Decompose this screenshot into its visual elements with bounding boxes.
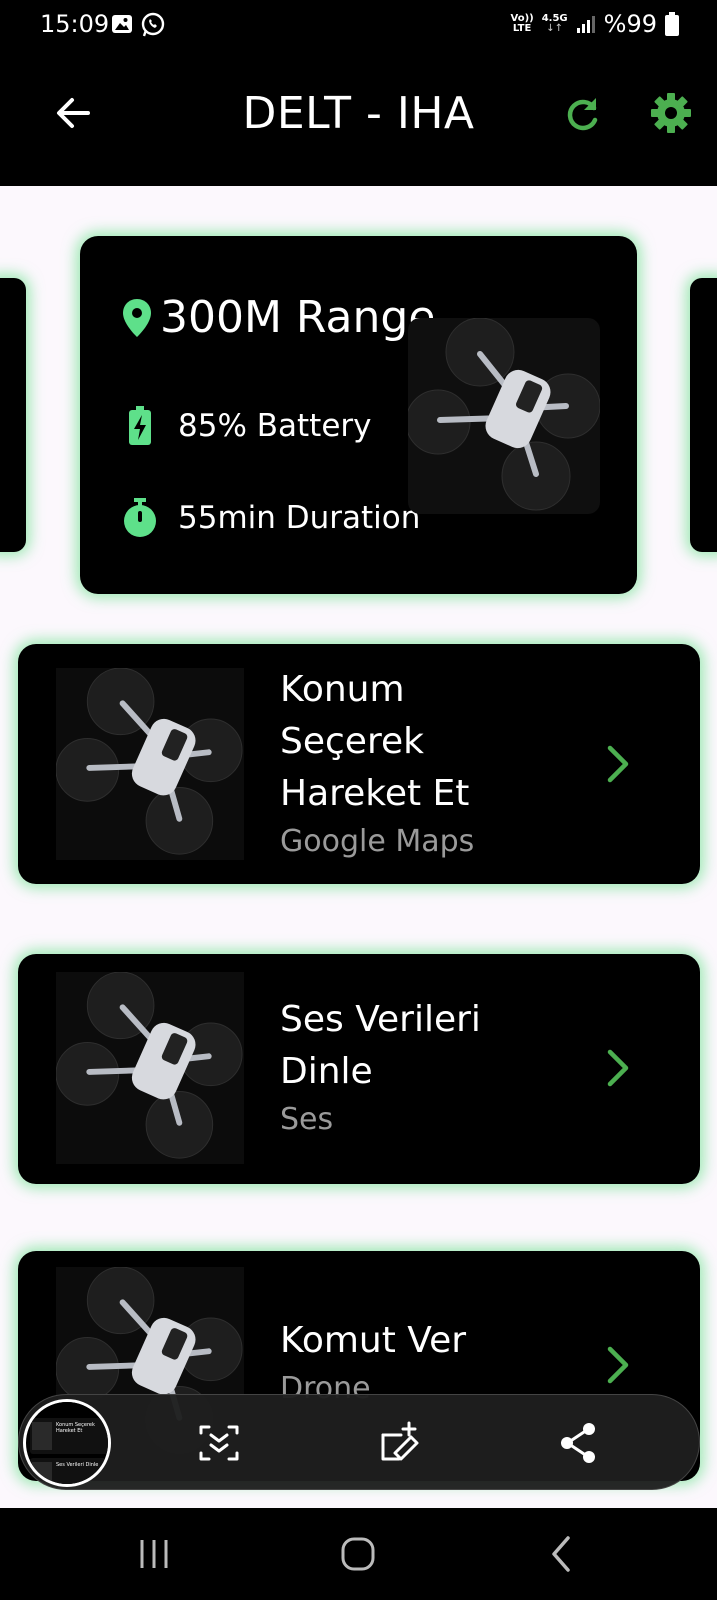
- carousel-prev-card[interactable]: [0, 278, 26, 552]
- page-title: DELT - IHA: [242, 88, 475, 139]
- gear-icon[interactable]: [648, 90, 694, 136]
- network-gen-indicator: 4.5G ↓↑: [541, 13, 568, 34]
- carousel-next-card[interactable]: [690, 278, 717, 552]
- stopwatch-icon: [120, 498, 160, 538]
- action-title: Ses Verileri: [280, 999, 481, 1040]
- share-icon[interactable]: [555, 1419, 603, 1467]
- battery-row: 85% Battery: [120, 406, 372, 446]
- drone-thumbnail: [55, 667, 244, 860]
- location-pin-icon: [120, 298, 154, 338]
- battery-percent: %99: [603, 10, 657, 38]
- screenshot-toolbar: Konum Seçerek Hareket Et Ses Verileri Di…: [18, 1394, 700, 1490]
- action-title: Dinle: [280, 1051, 373, 1092]
- action-card-location[interactable]: Konum Seçerek Hareket Et Google Maps: [18, 644, 700, 884]
- status-time: 15:09: [40, 10, 110, 38]
- range-row: 300M Range: [120, 292, 435, 343]
- home-icon[interactable]: [336, 1532, 380, 1576]
- duration-row: 55min Duration: [120, 498, 420, 538]
- status-bar: 15:09 Vo)) LTE 4.5G ↓↑ %99: [0, 0, 717, 50]
- back-nav-icon[interactable]: [540, 1532, 584, 1576]
- chevron-right-icon: [607, 1049, 629, 1087]
- battery-text: 85% Battery: [178, 408, 372, 444]
- preview-item: Ses Verileri Dinle: [56, 1462, 99, 1468]
- drone-stats-card[interactable]: 300M Range 85% Battery 55min Duration: [80, 236, 637, 594]
- system-nav-bar: [0, 1508, 717, 1600]
- action-title: Konum: [280, 669, 405, 710]
- drone-thumbnail: [55, 971, 244, 1164]
- network-indicator: Vo)) LTE: [510, 13, 534, 34]
- action-title: Komut Ver: [280, 1320, 467, 1361]
- action-text: Ses Verileri Dinle Ses: [280, 994, 481, 1142]
- gallery-icon: [112, 15, 132, 33]
- chevron-right-icon: [607, 1346, 629, 1384]
- chevron-right-icon: [607, 745, 629, 783]
- action-title: Seçerek: [280, 721, 424, 762]
- action-title: Hareket Et: [280, 773, 470, 814]
- drone-image: [405, 317, 601, 514]
- battery-icon: [665, 12, 679, 36]
- action-text: Konum Seçerek Hareket Et Google Maps: [280, 664, 474, 864]
- edit-screenshot-icon[interactable]: [375, 1419, 423, 1467]
- screenshot-preview[interactable]: Konum Seçerek Hareket Et Ses Verileri Di…: [23, 1399, 111, 1487]
- duration-text: 55min Duration: [178, 500, 421, 536]
- app-bar: DELT - IHA: [0, 50, 717, 186]
- range-text: 300M Range: [160, 292, 436, 343]
- preview-item: Konum Seçerek Hareket Et: [56, 1422, 95, 1434]
- recent-apps-icon[interactable]: [132, 1532, 176, 1576]
- action-subtitle: Ses: [280, 1102, 334, 1137]
- refresh-icon[interactable]: [560, 92, 604, 136]
- signal-icon: [576, 16, 595, 33]
- action-subtitle: Google Maps: [280, 824, 475, 859]
- scroll-capture-icon[interactable]: [195, 1419, 243, 1467]
- battery-charging-icon: [120, 406, 160, 446]
- action-card-audio[interactable]: Ses Verileri Dinle Ses: [18, 954, 700, 1184]
- whatsapp-icon: [141, 12, 165, 37]
